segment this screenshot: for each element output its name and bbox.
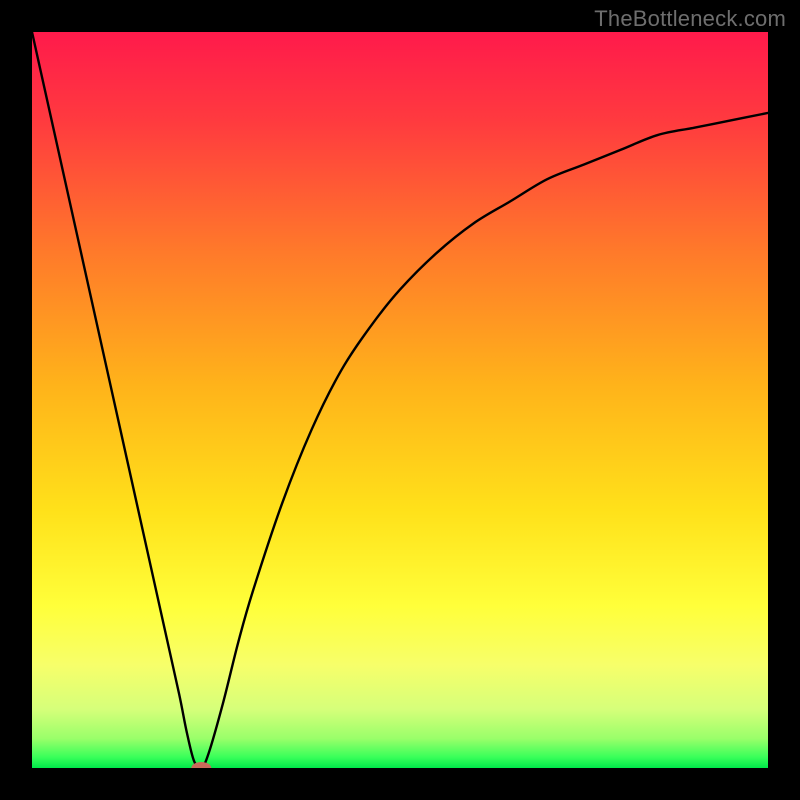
watermark-text: TheBottleneck.com: [594, 6, 786, 32]
gradient-background: [32, 32, 768, 768]
bottleneck-chart: [32, 32, 768, 768]
chart-frame: TheBottleneck.com: [0, 0, 800, 800]
plot-area: [32, 32, 768, 768]
